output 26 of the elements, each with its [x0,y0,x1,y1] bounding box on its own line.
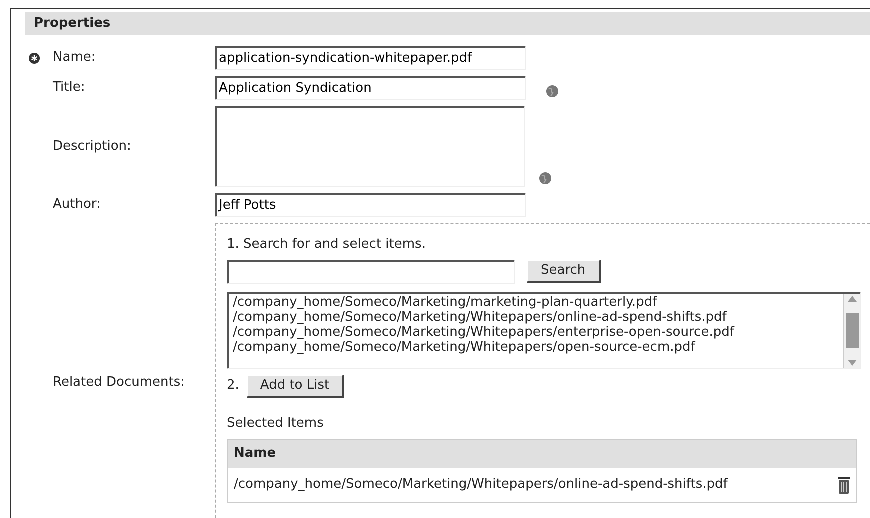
text-field[interactable]: Jeff Potts [215,193,526,217]
results-listbox[interactable] [227,292,861,368]
field-label: Author: [53,196,102,214]
text-field[interactable]: application-syndication-whitepaper.pdf [215,46,526,70]
list-option[interactable]: /company_home/Someco/Marketing/Whitepapers/enterprise-open-source.pdf [233,324,843,340]
field-label: Name: [53,49,97,68]
list-option[interactable]: /company_home/Someco/Marketing/Whitepapers/open-source-ecm.pdf [233,340,843,354]
table-cell-text: /company_home/Someco/Marketing/Whitepapers/online-ad-spend-shifts.pdf [234,476,728,494]
panel-header: Properties [25,12,870,35]
trash-icon[interactable] [838,476,850,494]
description-field[interactable] [215,106,525,187]
text-field[interactable]: Application Syndication [215,76,526,100]
add-to-list-button[interactable]: Add to List [247,374,344,398]
column-header: Name [234,445,276,464]
globe-icon [539,172,552,185]
section-label: Selected Items [227,414,325,432]
search-field[interactable] [227,260,515,284]
field-label: Title: [53,79,86,98]
field-label: Related Documents: [53,374,186,392]
field-label: Description: [53,138,132,156]
list-option[interactable]: /company_home/Someco/Marketing/Whitepapers/online-ad-spend-shifts.pdf [233,310,843,324]
step-number: 2. [227,377,240,396]
globe-icon [546,84,559,98]
step-instruction: 1. Search for and select items. [227,236,427,254]
search-button[interactable]: Search [527,260,601,283]
list-option[interactable]: /company_home/Someco/Marketing/marketing-plan-quarterly.pdf [233,294,843,310]
